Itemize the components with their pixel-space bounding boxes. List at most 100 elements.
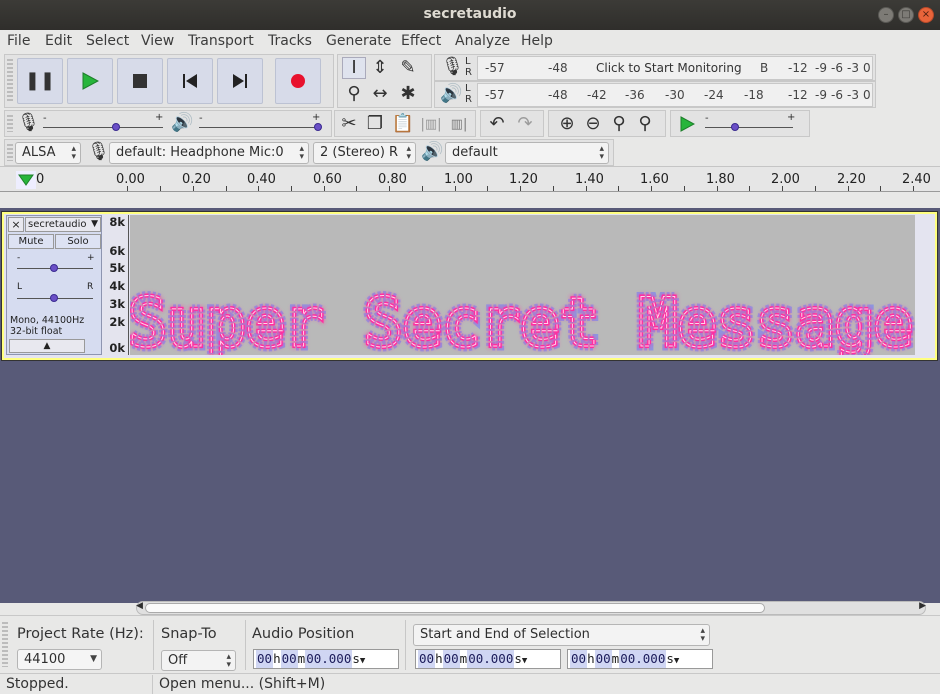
ruler-label: 0.00 — [116, 172, 145, 187]
ruler-label: 1.80 — [706, 172, 735, 187]
playback-meter[interactable]: -57 -48 -42 -36 -30 -24 -18 -12 -9 -6 -3… — [477, 83, 873, 107]
play-tick: -36 — [625, 88, 645, 102]
input-channels-select[interactable]: 2 (Stereo) R ▴ ▾ — [313, 142, 416, 164]
output-device-select[interactable]: default ▴ ▾ — [445, 142, 609, 164]
track-gain-thumb[interactable] — [50, 264, 58, 272]
menu-help[interactable]: Help — [521, 33, 553, 49]
slider-min: - — [43, 113, 47, 124]
freq-label: 6k — [109, 244, 125, 258]
zoom-tool[interactable]: ⚲ — [342, 83, 366, 105]
play-button[interactable] — [67, 58, 113, 104]
record-volume-thumb[interactable] — [112, 123, 120, 131]
stop-button[interactable] — [117, 58, 163, 104]
play-head-icon[interactable] — [16, 171, 36, 189]
fit-project-icon: ⚲ — [638, 113, 652, 134]
zoom-out-button[interactable]: ⊖ — [581, 113, 605, 135]
draw-tool[interactable]: ✎ — [396, 57, 420, 79]
audio-host-select[interactable]: ALSA ▴ ▾ — [15, 142, 81, 164]
menu-select[interactable]: Select — [86, 33, 129, 49]
playback-volume-slider[interactable] — [199, 127, 319, 128]
fit-selection-button[interactable]: ⚲ — [607, 113, 631, 135]
selection-mode-select[interactable]: Start and End of Selection ▴ ▾ — [413, 624, 710, 646]
play-tick: -12 — [788, 88, 808, 102]
zoom-in-button[interactable]: ⊕ — [555, 113, 579, 135]
horizontal-scrollbar[interactable]: ◀ ▶ — [136, 601, 926, 615]
tools-toolbar: I ⇕ ✎ ⚲ ↔ ✱ — [337, 54, 432, 108]
scissors-icon: ✂ — [341, 113, 357, 134]
record-meter[interactable]: -57 -48 Click to Start Monitoring B -12 … — [477, 56, 873, 80]
scrollbar-thumb[interactable] — [145, 603, 765, 613]
play-speed-thumb[interactable] — [731, 123, 739, 131]
menu-edit[interactable]: Edit — [45, 33, 72, 49]
menu-analyze[interactable]: Analyze — [455, 33, 510, 49]
cut-button[interactable]: ✂ — [337, 113, 361, 135]
dropdown-arrow-icon: ▼ — [90, 654, 97, 664]
scroll-right-icon[interactable]: ▶ — [919, 601, 926, 611]
fit-project-button[interactable]: ⚲ — [633, 113, 657, 135]
menu-tracks[interactable]: Tracks — [268, 33, 312, 49]
fit-selection-icon: ⚲ — [612, 113, 626, 134]
track-close-button[interactable]: × — [8, 217, 24, 232]
selection-tool[interactable]: I — [342, 57, 366, 79]
track-pan-thumb[interactable] — [50, 294, 58, 302]
record-button[interactable] — [275, 58, 321, 104]
mute-button[interactable]: Mute — [8, 234, 54, 249]
snap-to-label: Snap-To — [161, 626, 217, 642]
solo-button[interactable]: Solo — [55, 234, 101, 249]
play-tick: -18 — [744, 88, 764, 102]
redo-button[interactable]: ↷ — [513, 113, 537, 135]
maximize-button[interactable]: □ — [898, 7, 914, 23]
playback-volume-thumb[interactable] — [314, 123, 322, 131]
close-window-button[interactable]: × — [918, 7, 934, 23]
edit-toolbar: ✂ ❐ 📋 |▥| ▥| — [334, 110, 476, 137]
envelope-tool[interactable]: ⇕ — [368, 57, 392, 79]
record-volume-slider[interactable] — [43, 127, 163, 128]
menu-generate[interactable]: Generate — [326, 33, 391, 49]
selection-toolbar: Project Rate (Hz): 44100 ▼ Snap-To Off ▴ ▾ … — [0, 615, 940, 673]
play-tick: -48 — [548, 88, 568, 102]
paste-icon: 📋 — [391, 113, 415, 134]
trim-button[interactable]: |▥| — [419, 113, 443, 135]
tracks-panel[interactable]: × secretaudio ▼ Mute Solo - + L R Mono, … — [0, 208, 940, 603]
collapse-track-button[interactable]: ▲ — [9, 339, 85, 353]
zoom-toolbar: ⊕ ⊖ ⚲ ⚲ — [548, 110, 666, 137]
audio-position-time[interactable]: 00h00m00.000s▼ — [253, 649, 399, 669]
track-name-menu[interactable]: secretaudio ▼ — [25, 217, 101, 232]
menu-bar: File Edit Select View Transport Tracks G… — [0, 30, 940, 54]
copy-button[interactable]: ❐ — [363, 113, 387, 135]
click-to-start-monitoring[interactable]: Click to Start Monitoring — [596, 61, 742, 75]
menu-transport[interactable]: Transport — [188, 33, 254, 49]
ruler-label: 1.60 — [640, 172, 669, 187]
scroll-left-icon[interactable]: ◀ — [136, 601, 143, 611]
menu-file[interactable]: File — [7, 33, 30, 49]
pause-button[interactable]: ❚❚ — [17, 58, 63, 104]
skip-end-icon — [233, 74, 247, 88]
snap-to-select[interactable]: Off ▴ ▾ — [161, 650, 236, 671]
project-rate-select[interactable]: 44100 ▼ — [17, 649, 102, 670]
pan-left-label: L — [17, 282, 23, 292]
frequency-axis: 8k 6k 5k 4k 3k 2k 0k — [103, 215, 129, 355]
audio-track[interactable]: × secretaudio ▼ Mute Solo - + L R Mono, … — [1, 211, 938, 361]
undo-button[interactable]: ↶ — [485, 113, 509, 135]
play-at-speed-button[interactable] — [675, 113, 699, 135]
play-speed-slider[interactable] — [705, 127, 793, 128]
input-device-select[interactable]: default: Headphone Mic:0 ▴ ▾ — [109, 142, 309, 164]
menu-effect[interactable]: Effect — [401, 33, 441, 49]
selection-start-time[interactable]: 00h00m00.000s▼ — [415, 649, 561, 669]
timeline-ruler[interactable]: 0 0.00 0.20 0.40 0.60 0.80 1.00 1.20 1.4… — [0, 166, 940, 192]
silence-button[interactable]: ▥| — [447, 113, 471, 135]
play-tick: -57 — [485, 88, 505, 102]
skip-to-end-button[interactable] — [217, 58, 263, 104]
toolbar-grip[interactable] — [7, 59, 13, 103]
selection-end-time[interactable]: 00h00m00.000s▼ — [567, 649, 713, 669]
timeshift-tool[interactable]: ↔ — [368, 83, 392, 105]
menu-view[interactable]: View — [141, 33, 174, 49]
title-bar: secretaudio – □ × — [0, 0, 940, 30]
spectrogram-view[interactable]: Super Secret Message Super Secret Messag… — [130, 215, 915, 355]
meter-channel-right: R — [465, 67, 472, 78]
minimize-button[interactable]: – — [878, 7, 894, 23]
skip-to-start-button[interactable] — [167, 58, 213, 104]
record-icon — [291, 74, 305, 88]
multi-tool[interactable]: ✱ — [396, 83, 420, 105]
paste-button[interactable]: 📋 — [391, 113, 415, 135]
